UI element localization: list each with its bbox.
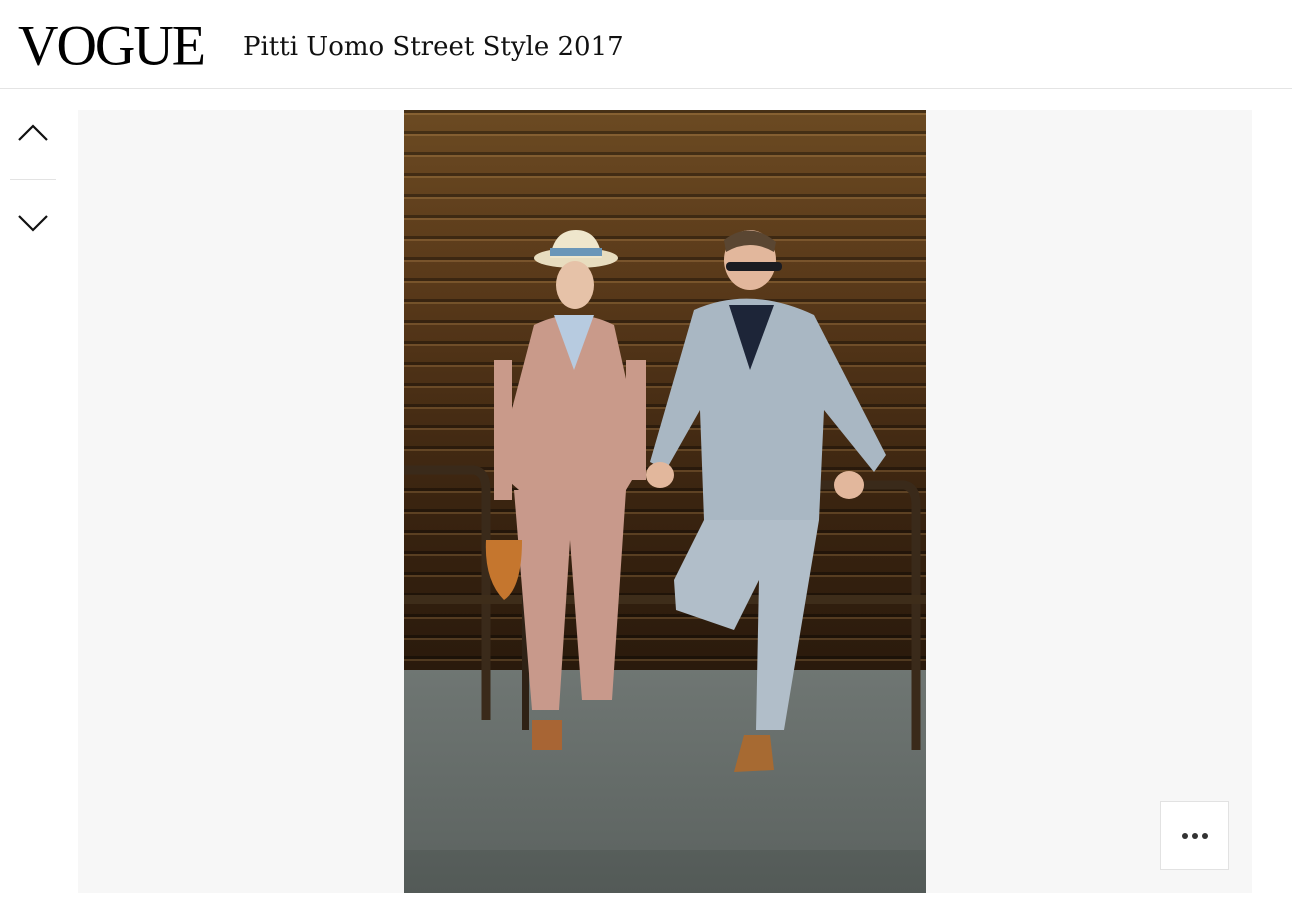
chevron-up-icon	[18, 124, 48, 141]
previous-slide-button[interactable]	[10, 103, 56, 163]
slide-photo[interactable]	[404, 110, 926, 893]
more-options-button[interactable]	[1160, 801, 1229, 870]
gallery-title: Pitti Uomo Street Style 2017	[243, 32, 624, 62]
next-slide-button[interactable]	[10, 193, 56, 253]
more-horizontal-icon	[1180, 832, 1210, 839]
nav-divider	[10, 179, 56, 180]
chevron-down-icon	[18, 215, 48, 232]
site-header: VOGUE Pitti Uomo Street Style 2017	[0, 0, 1292, 89]
slide-stage	[78, 110, 1252, 893]
slide-navigation	[0, 100, 66, 300]
photo-illustration	[404, 110, 926, 893]
vogue-logo[interactable]: VOGUE	[18, 15, 206, 76]
